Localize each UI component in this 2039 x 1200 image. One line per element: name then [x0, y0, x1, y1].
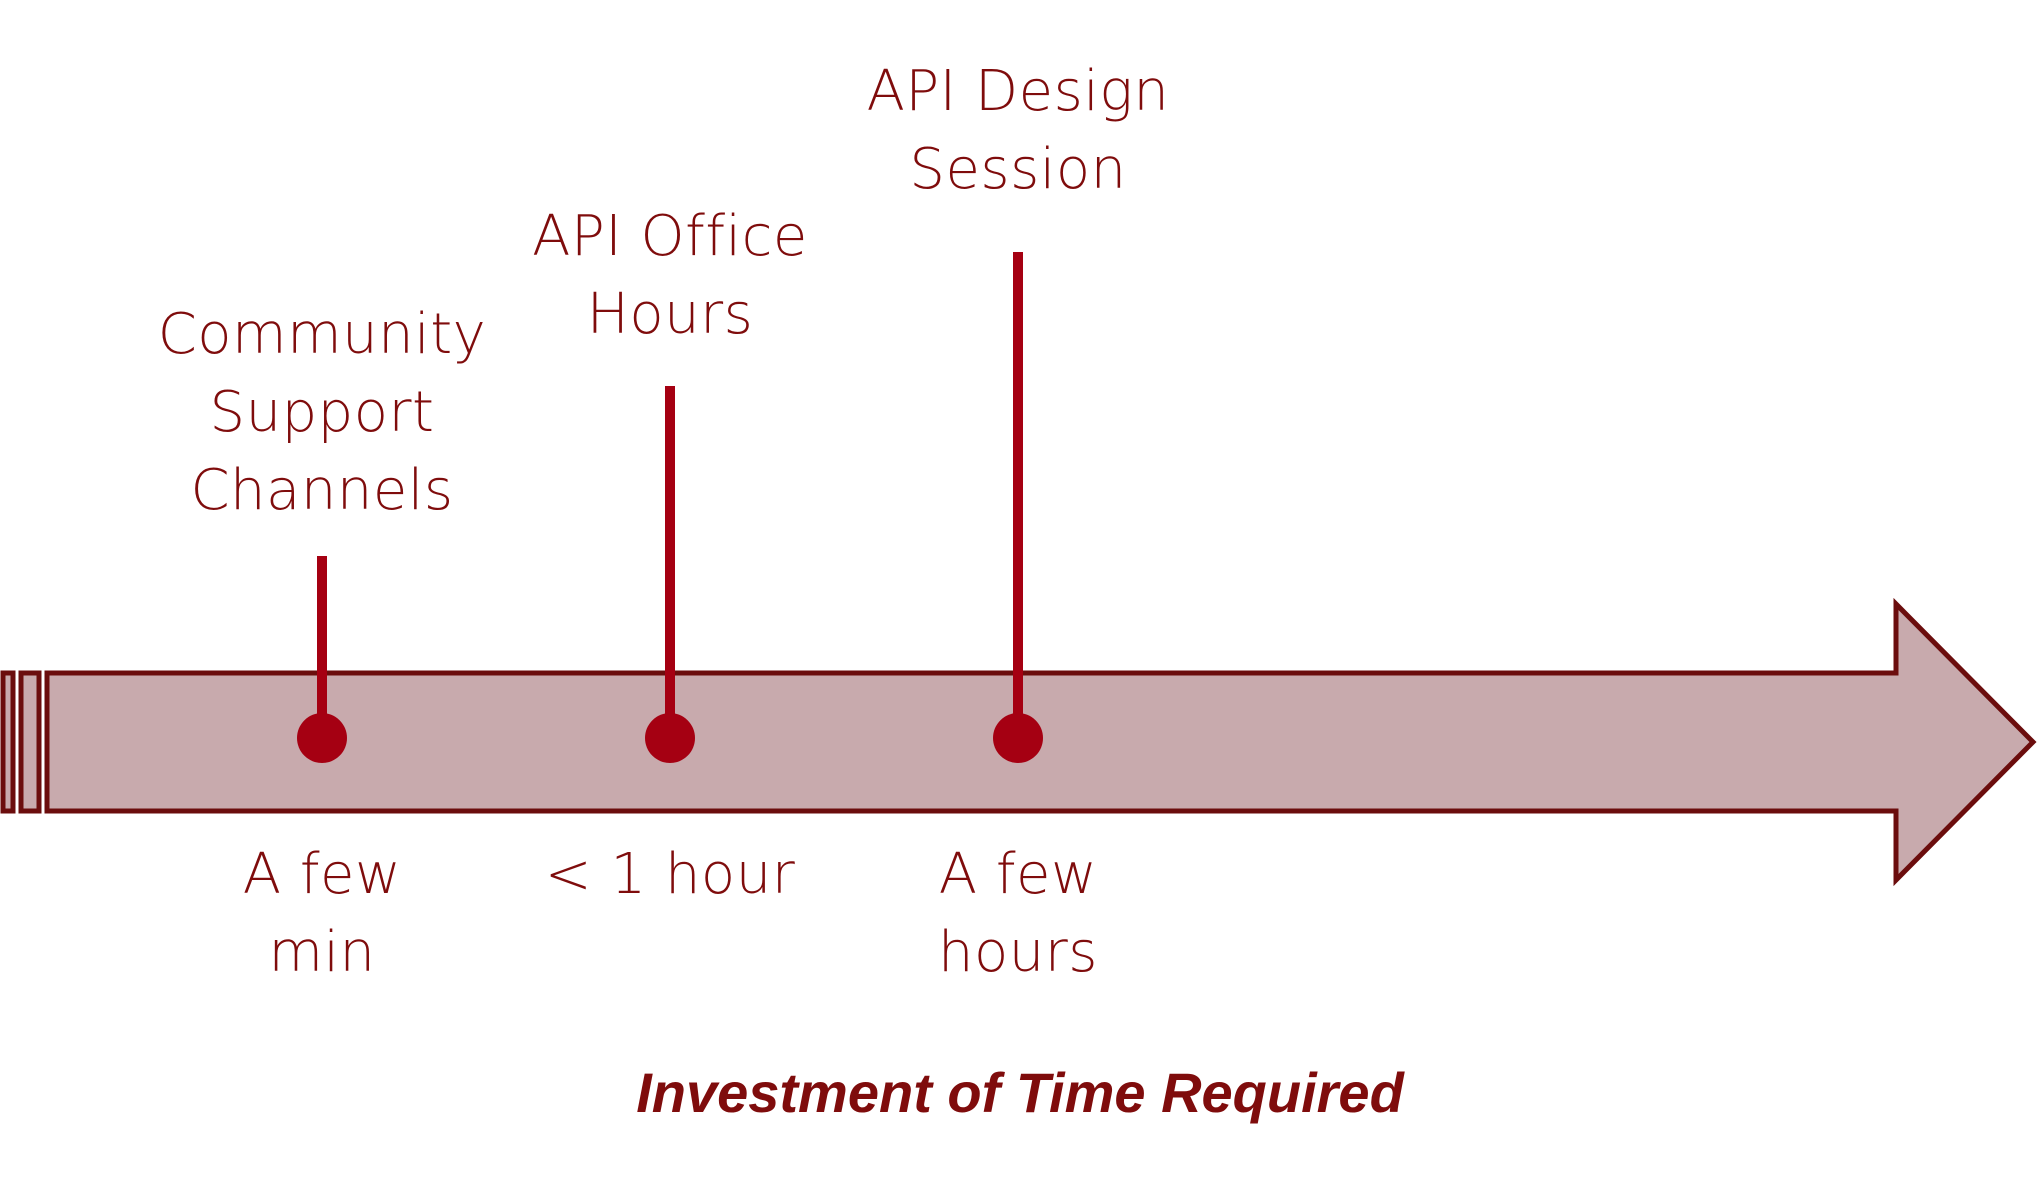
milestone-dot	[297, 713, 347, 763]
axis-title: Investment of Time Required	[636, 1061, 1404, 1124]
milestone-name-line: Session	[909, 137, 1127, 202]
arrow-tail-stripe-1	[0, 670, 16, 814]
time-label-line: hours	[938, 920, 1098, 985]
milestone-label-office-hours: API Office Hours	[532, 198, 808, 354]
timeline-diagram: Community Support Channels API Office Hours…	[0, 0, 2039, 1196]
milestone-dot	[645, 713, 695, 763]
milestone-name-line: Hours	[586, 282, 754, 347]
milestone-label-design-session: API Design Session	[867, 53, 1170, 209]
time-label-line: < 1 hour	[544, 842, 796, 907]
time-label-line: A few	[938, 842, 1098, 907]
milestone-dot	[993, 713, 1043, 763]
time-label-under-hour: < 1 hour	[545, 836, 795, 914]
time-label-line: A few	[242, 842, 402, 907]
milestone-label-community-support: Community Support Channels	[158, 296, 487, 530]
milestone-name-line: Community	[157, 302, 487, 367]
time-label-few-min: A few min	[243, 836, 402, 992]
time-label-few-hours: A few hours	[938, 836, 1098, 992]
milestone-name-line: Channels	[190, 458, 454, 523]
time-label-line: min	[268, 920, 376, 985]
milestone-name-line: API Office	[532, 204, 808, 269]
milestone-name-line: Support	[209, 380, 435, 445]
milestone-name-line: API Design	[866, 59, 1170, 124]
arrow-tail-stripe-2	[18, 670, 42, 814]
